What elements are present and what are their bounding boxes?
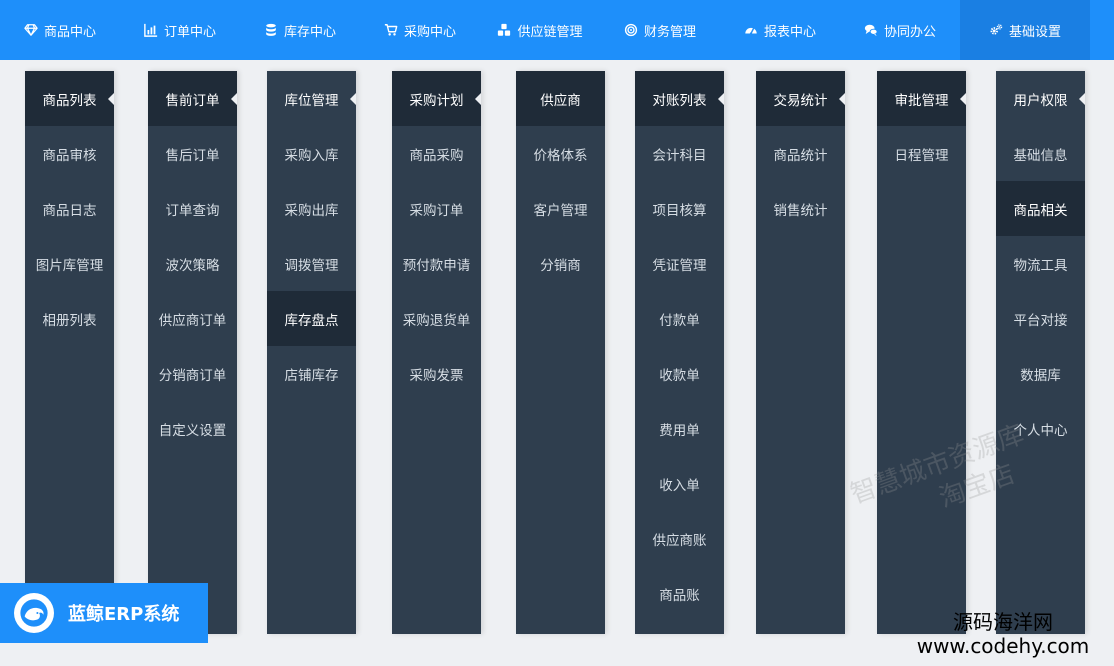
menu-item[interactable]: 采购入库 [267, 126, 356, 181]
menu-item[interactable]: 平台对接 [996, 291, 1085, 346]
submenu-columns: 商品列表 商品审核 商品日志 图片库管理 相册列表 售前订单 售后订单 订单查询… [0, 60, 1114, 666]
menu-item[interactable]: 商品审核 [25, 126, 114, 181]
menu-item[interactable]: 供应商订单 [148, 291, 237, 346]
column-header[interactable]: 库位管理 [267, 71, 356, 126]
top-nav: 商品中心 订单中心 库存中心 采购中心 供应链管理 财务管理 报表中心 协同办公… [0, 0, 1114, 60]
nav-item-product-center[interactable]: 商品中心 [0, 0, 120, 60]
menu-item[interactable]: 费用单 [635, 401, 724, 456]
menu-item[interactable]: 售后订单 [148, 126, 237, 181]
menu-item[interactable]: 商品日志 [25, 181, 114, 236]
menu-item[interactable]: 价格体系 [516, 126, 605, 181]
menu-item[interactable]: 波次策略 [148, 236, 237, 291]
menu-column-order: 售前订单 售后订单 订单查询 波次策略 供应商订单 分销商订单 自定义设置 [148, 71, 237, 634]
menu-item[interactable]: 销售统计 [756, 181, 845, 236]
menu-item[interactable]: 自定义设置 [148, 401, 237, 456]
menu-column-inventory: 库位管理 采购入库 采购出库 调拨管理 库存盘点 店铺库存 [267, 71, 356, 634]
menu-column-supply-chain: 供应商 价格体系 客户管理 分销商 [516, 71, 605, 634]
menu-item[interactable]: 分销商 [516, 236, 605, 291]
menu-item[interactable]: 采购发票 [392, 346, 481, 401]
nav-label: 基础设置 [1008, 24, 1061, 40]
menu-item[interactable]: 数据库 [996, 346, 1085, 401]
menu-item[interactable]: 付款单 [635, 291, 724, 346]
nav-item-purchase-center[interactable]: 采购中心 [360, 0, 480, 60]
bar-chart-icon [144, 23, 158, 37]
menu-column-finance: 对账列表 会计科目 项目核算 凭证管理 付款单 收款单 费用单 收入单 供应商账… [635, 71, 724, 634]
nav-label: 财务管理 [643, 24, 696, 40]
nav-label: 订单中心 [163, 24, 216, 40]
menu-item[interactable]: 图片库管理 [25, 236, 114, 291]
column-header[interactable]: 用户权限 [996, 71, 1085, 126]
nav-label: 报表中心 [763, 24, 816, 40]
menu-item[interactable]: 凭证管理 [635, 236, 724, 291]
column-header[interactable]: 供应商 [516, 71, 605, 126]
menu-item[interactable]: 预付款申请 [392, 236, 481, 291]
menu-item[interactable]: 客户管理 [516, 181, 605, 236]
menu-item[interactable]: 店铺库存 [267, 346, 356, 401]
nav-label: 供应链管理 [517, 24, 583, 40]
menu-item[interactable]: 采购退货单 [392, 291, 481, 346]
menu-item-active[interactable]: 库存盘点 [267, 291, 356, 346]
menu-item[interactable]: 收入单 [635, 456, 724, 511]
logo-badge[interactable]: 蓝鲸ERP系统 [0, 583, 208, 643]
nav-label: 商品中心 [43, 24, 96, 40]
cart-icon [384, 23, 398, 37]
menu-item[interactable]: 商品采购 [392, 126, 481, 181]
nav-item-reports[interactable]: 报表中心 [720, 0, 840, 60]
menu-column-collaboration: 审批管理 日程管理 [877, 71, 966, 634]
diamond-icon [24, 23, 38, 37]
menu-item[interactable]: 供应商账 [635, 511, 724, 566]
menu-column-basic-settings: 用户权限 基础信息 商品相关 物流工具 平台对接 数据库 个人中心 [996, 71, 1085, 634]
menu-item[interactable]: 收款单 [635, 346, 724, 401]
nav-label: 协同办公 [883, 24, 936, 40]
menu-item[interactable]: 日程管理 [877, 126, 966, 181]
target-icon [624, 23, 638, 37]
menu-column-product: 商品列表 商品审核 商品日志 图片库管理 相册列表 [25, 71, 114, 634]
menu-item[interactable]: 物流工具 [996, 236, 1085, 291]
chat-icon [864, 23, 878, 37]
menu-item[interactable]: 个人中心 [996, 401, 1085, 456]
nav-item-inventory-center[interactable]: 库存中心 [240, 0, 360, 60]
menu-item[interactable]: 项目核算 [635, 181, 724, 236]
nav-item-order-center[interactable]: 订单中心 [120, 0, 240, 60]
menu-item[interactable]: 采购出库 [267, 181, 356, 236]
whale-logo-icon [14, 593, 54, 633]
menu-item[interactable]: 商品统计 [756, 126, 845, 181]
menu-item[interactable]: 调拨管理 [267, 236, 356, 291]
logo-title: 蓝鲸ERP系统 [68, 604, 180, 625]
column-header[interactable]: 采购计划 [392, 71, 481, 126]
menu-column-reports: 交易统计 商品统计 销售统计 [756, 71, 845, 634]
nav-label: 库存中心 [283, 24, 336, 40]
menu-item[interactable]: 相册列表 [25, 291, 114, 346]
menu-column-purchase: 采购计划 商品采购 采购订单 预付款申请 采购退货单 采购发票 [392, 71, 481, 634]
menu-item[interactable]: 商品账 [635, 566, 724, 621]
menu-item[interactable]: 会计科目 [635, 126, 724, 181]
menu-item[interactable]: 基础信息 [996, 126, 1085, 181]
menu-item[interactable]: 采购订单 [392, 181, 481, 236]
cogs-icon [989, 23, 1003, 37]
nav-item-collaboration[interactable]: 协同办公 [840, 0, 960, 60]
cubes-icon [497, 23, 511, 37]
nav-item-supply-chain[interactable]: 供应链管理 [480, 0, 600, 60]
menu-item[interactable]: 分销商订单 [148, 346, 237, 401]
column-header[interactable]: 交易统计 [756, 71, 845, 126]
column-header[interactable]: 商品列表 [25, 71, 114, 126]
nav-item-basic-settings[interactable]: 基础设置 [960, 0, 1090, 60]
menu-item[interactable]: 订单查询 [148, 181, 237, 236]
dashboard-icon [744, 23, 758, 37]
menu-item-active[interactable]: 商品相关 [996, 181, 1085, 236]
column-header[interactable]: 售前订单 [148, 71, 237, 126]
nav-item-finance[interactable]: 财务管理 [600, 0, 720, 60]
database-icon [264, 23, 278, 37]
nav-label: 采购中心 [403, 24, 456, 40]
column-header[interactable]: 审批管理 [877, 71, 966, 126]
column-header[interactable]: 对账列表 [635, 71, 724, 126]
